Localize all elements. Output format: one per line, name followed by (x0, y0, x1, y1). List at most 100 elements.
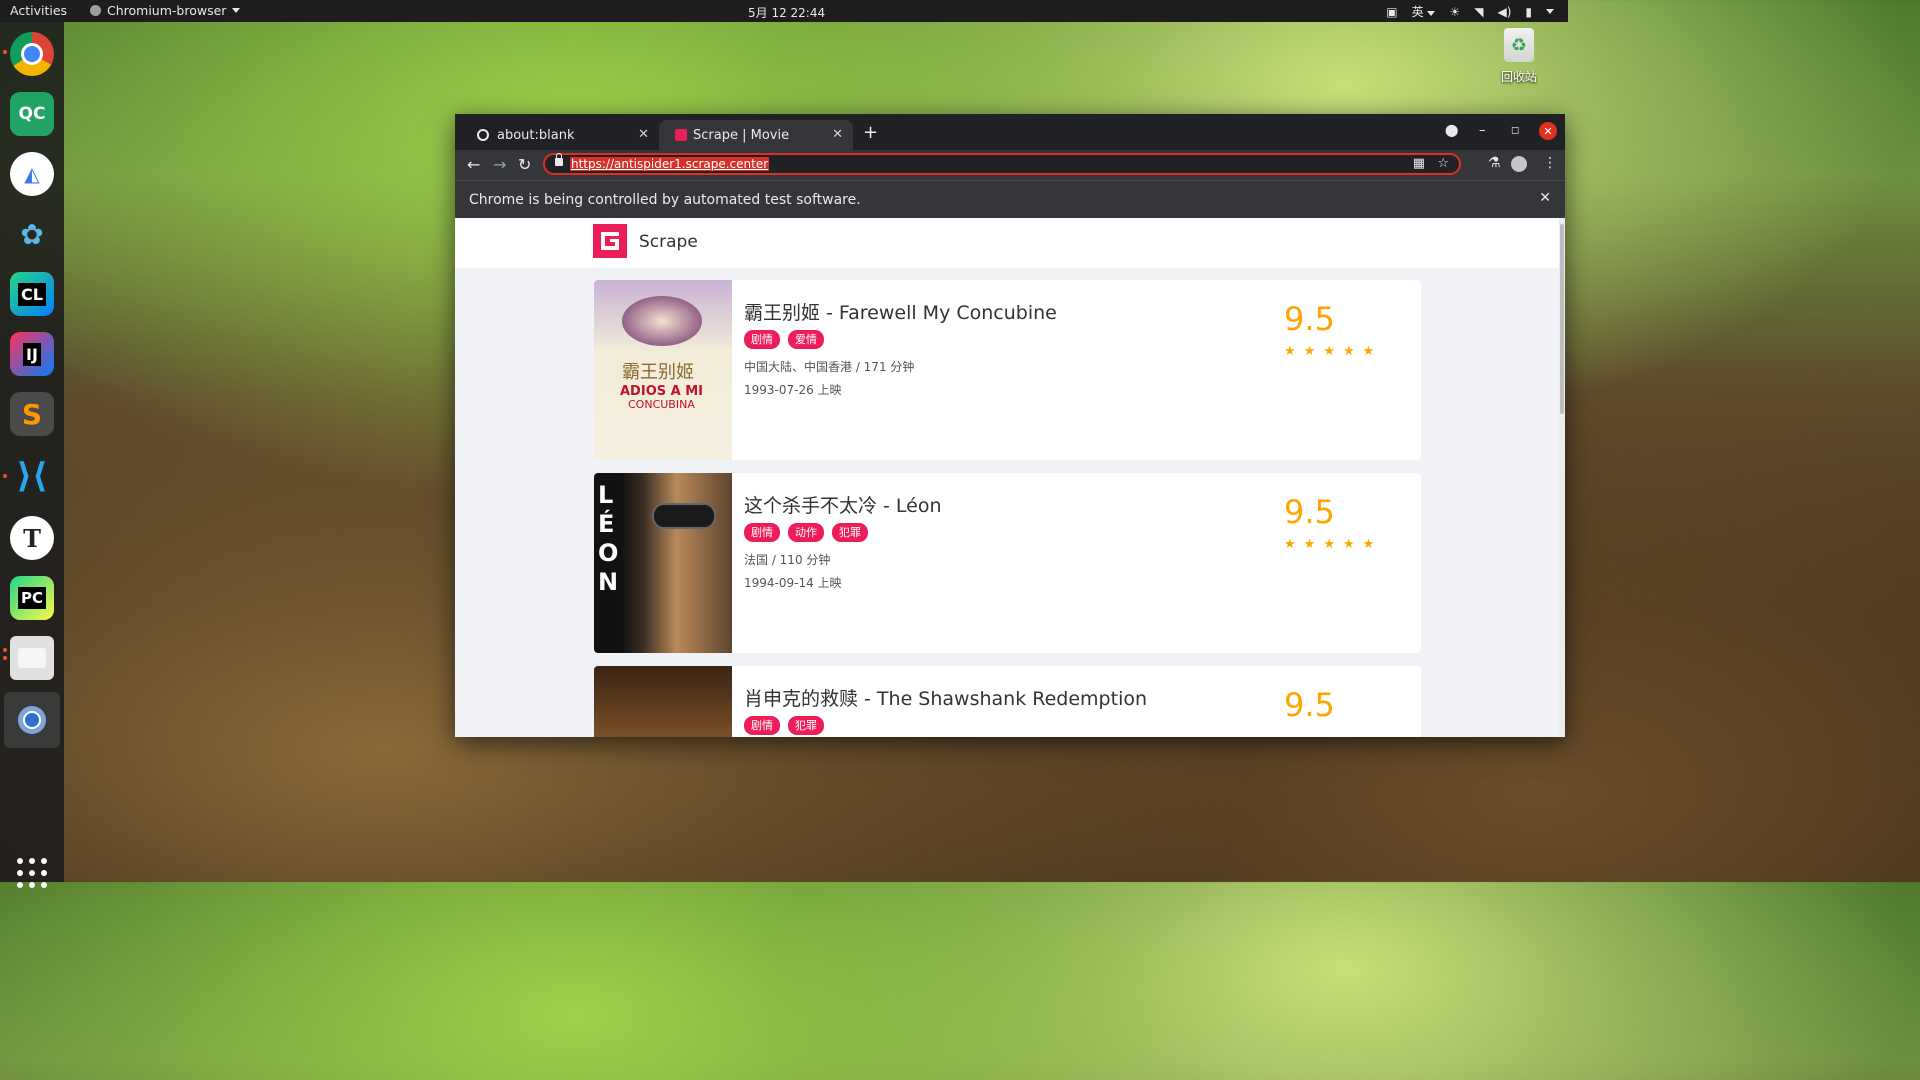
close-tab-icon[interactable]: ✕ (638, 127, 649, 142)
chrome-center (21, 43, 43, 65)
tab-title: Scrape | Movie (693, 127, 790, 143)
bluefish-icon[interactable]: ✿ (10, 212, 54, 256)
tab-search-icon[interactable]: ⬤ (1445, 123, 1458, 137)
activities-button[interactable]: Activities (10, 3, 67, 18)
movie-card[interactable]: LÉON 这个杀手不太冷 - Léon 剧情 动作 犯罪 法国 / 110 分钟… (594, 473, 1421, 653)
star-icon: ★ (1303, 537, 1316, 552)
input-method[interactable]: 英 (1412, 3, 1436, 20)
rating-stars: ★ ★ ★ ★ ★ (1284, 344, 1374, 359)
automation-flask-icon[interactable]: ⚗ (1488, 155, 1501, 171)
close-infobar-icon[interactable]: ✕ (1539, 190, 1551, 206)
app-menu[interactable]: Chromium-browser (90, 3, 241, 18)
movie-poster[interactable]: LÉON (594, 473, 732, 653)
address-bar[interactable]: https://antispider1.scrape.center ▦ ☆ (543, 153, 1461, 175)
star-icon: ★ (1323, 537, 1335, 552)
qc-label: QC (18, 104, 46, 124)
infobar-message: Chrome is being controlled by automated … (469, 192, 861, 208)
movie-tag[interactable]: 爱情 (788, 330, 824, 349)
dock: QC ◭ ✿ CL IJ S ⟩⟨ T PC (0, 22, 64, 888)
movie-title[interactable]: 霸王别姬 - Farewell My Concubine (744, 298, 1057, 325)
movie-tag[interactable]: 动作 (788, 523, 824, 542)
movie-tag[interactable]: 犯罪 (788, 716, 824, 735)
site-header: Scrape (455, 218, 1559, 268)
movie-region: 中国大陆、中国香港 / 171 分钟 (744, 360, 915, 374)
chevron-down-icon (232, 8, 241, 13)
qc-icon[interactable]: QC (10, 92, 54, 136)
chrome-icon[interactable] (10, 32, 54, 76)
brightness-icon[interactable]: ☀ (1449, 5, 1460, 19)
trash-desktop-icon[interactable]: ♻ 回收站 (1498, 28, 1540, 85)
top-bar: Activities Chromium-browser 5月 12 22:44 … (0, 0, 1568, 22)
intellij-icon[interactable]: IJ (10, 332, 54, 376)
star-icon: ★ (1362, 344, 1375, 359)
reload-icon[interactable]: ↻ (518, 155, 531, 174)
movie-card[interactable]: 霸王别姬 ADIOS A MI CONCUBINA 霸王别姬 - Farewel… (594, 280, 1421, 460)
chevron-down-icon (1427, 11, 1436, 16)
movie-poster[interactable]: 霸王别姬 ADIOS A MI CONCUBINA (594, 280, 732, 460)
page-scrollbar[interactable] (1559, 218, 1565, 737)
star-icon: ★ (1284, 344, 1296, 359)
typora-label: T (23, 523, 41, 553)
movie-tag[interactable]: 剧情 (744, 716, 780, 735)
typora-icon[interactable]: T (10, 516, 54, 560)
rating-stars: ★ ★ ★ ★ ★ (1284, 537, 1374, 552)
vscode-icon[interactable]: ⟩⟨ (10, 454, 54, 498)
new-tab-icon[interactable]: + (863, 122, 878, 143)
clion-icon[interactable]: CL (10, 272, 54, 316)
movie-title[interactable]: 这个杀手不太冷 - Léon (744, 491, 942, 518)
movie-release: 1993-07-26 上映 (744, 383, 842, 397)
screenshot-tray-icon[interactable]: ▣ (1386, 5, 1397, 19)
site-name[interactable]: Scrape (639, 232, 698, 252)
star-icon: ★ (1323, 344, 1335, 359)
movie-tag[interactable]: 剧情 (744, 330, 780, 349)
show-applications-icon[interactable] (17, 858, 47, 888)
movie-title[interactable]: 肖申克的救赎 - The Shawshank Redemption (744, 684, 1147, 711)
movie-tag[interactable]: 剧情 (744, 523, 780, 542)
poster-leon-letters: LÉON (598, 481, 619, 596)
movie-region: 法国 / 110 分钟 (744, 553, 831, 567)
star-icon: ★ (1284, 537, 1296, 552)
close-tab-icon[interactable]: ✕ (832, 127, 843, 142)
movie-release: 1994-09-14 上映 (744, 576, 842, 590)
page-content: Scrape 霸王别姬 ADIOS A MI CONCUBINA 霸王别姬 - … (455, 218, 1559, 737)
movie-tag[interactable]: 犯罪 (832, 523, 868, 542)
chromium-small-icon (90, 5, 101, 16)
minimize-icon[interactable]: – (1479, 123, 1486, 138)
tab-strip: about:blank ✕ Scrape | Movie ✕ + ⬤ – ◻ ✕ (455, 114, 1565, 150)
forward-icon[interactable]: → (493, 155, 506, 174)
profile-avatar-icon[interactable] (1511, 156, 1527, 172)
files-icon[interactable] (10, 636, 54, 680)
tab-about-blank[interactable]: about:blank ✕ (461, 120, 659, 150)
browser-window: about:blank ✕ Scrape | Movie ✕ + ⬤ – ◻ ✕… (455, 114, 1565, 737)
star-icon: ★ (1362, 537, 1375, 552)
bookmark-star-icon[interactable]: ☆ (1437, 156, 1449, 171)
input-method-label: 英 (1411, 5, 1424, 19)
menu-kebab-icon[interactable]: ⋮ (1543, 155, 1557, 171)
running-indicator (3, 648, 7, 652)
qr-code-icon[interactable]: ▦ (1413, 156, 1425, 171)
url-text[interactable]: https://antispider1.scrape.center (570, 157, 770, 171)
tab-scrape-movie[interactable]: Scrape | Movie ✕ (659, 120, 853, 150)
battery-icon[interactable]: ▮ (1525, 5, 1532, 19)
scrape-logo-icon[interactable] (593, 224, 627, 258)
android-studio-icon[interactable]: ◭ (10, 152, 54, 196)
maximize-icon[interactable]: ◻ (1511, 125, 1519, 136)
back-icon[interactable]: ← (467, 155, 480, 174)
chromium-icon[interactable] (4, 692, 60, 748)
folder-shape (18, 648, 46, 668)
poster-face (622, 296, 702, 346)
volume-icon[interactable]: ◀) (1497, 5, 1511, 19)
wifi-icon[interactable]: ◥ (1474, 5, 1483, 19)
system-tray[interactable]: ▣ 英 ☀ ◥ ◀) ▮ (1386, 3, 1554, 20)
scrape-favicon-icon (675, 129, 687, 141)
movie-tags: 剧情 动作 犯罪 (744, 523, 868, 542)
close-window-icon[interactable]: ✕ (1539, 122, 1557, 140)
sublime-icon[interactable]: S (10, 392, 54, 436)
movie-poster[interactable] (594, 666, 732, 737)
chevron-down-icon[interactable] (1546, 9, 1554, 14)
movie-card[interactable]: 肖申克的救赎 - The Shawshank Redemption 剧情 犯罪 … (594, 666, 1421, 737)
scrollbar-thumb[interactable] (1560, 224, 1564, 414)
pycharm-icon[interactable]: PC (10, 576, 54, 620)
chromium-center (23, 711, 41, 729)
clock[interactable]: 5月 12 22:44 (748, 4, 825, 21)
